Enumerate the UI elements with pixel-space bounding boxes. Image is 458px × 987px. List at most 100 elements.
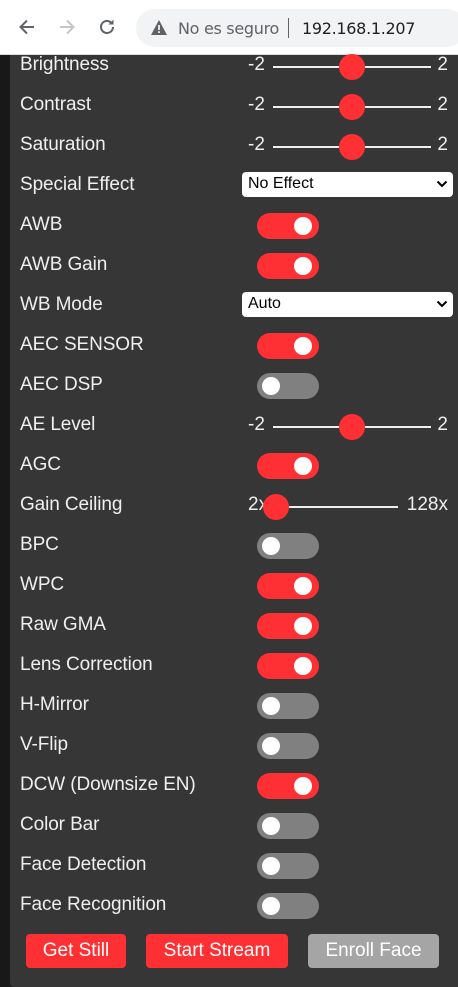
bpc-label: BPC <box>20 534 59 555</box>
face-recognition-toggle[interactable] <box>257 893 319 919</box>
back-button[interactable] <box>14 14 40 40</box>
dcw-downsize-en-toggle[interactable] <box>257 773 319 799</box>
v-flip-label: V-Flip <box>20 734 68 755</box>
h-mirror-label: H-Mirror <box>20 694 89 715</box>
row-bpc: BPC <box>20 526 448 566</box>
special-effect-select[interactable]: No Effect <box>242 172 453 197</box>
aec-sensor-label: AEC SENSOR <box>20 334 144 355</box>
row-brightness: Brightness -2 2 <box>20 46 448 86</box>
url-text[interactable]: 192.168.1.207 <box>302 19 415 38</box>
contrast-slider-thumb[interactable] <box>339 94 365 120</box>
row-aec-sensor: AEC SENSOR <box>20 326 448 366</box>
raw-gma-toggle[interactable] <box>257 613 319 639</box>
aec-sensor-toggle-knob <box>294 337 312 355</box>
color-bar-label: Color Bar <box>20 814 100 835</box>
enroll-face-button[interactable]: Enroll Face <box>308 934 439 968</box>
agc-toggle[interactable] <box>257 453 319 479</box>
face-detection-toggle-knob <box>262 857 280 875</box>
aec-sensor-toggle[interactable] <box>257 333 319 359</box>
row-wpc: WPC <box>20 566 448 606</box>
h-mirror-toggle[interactable] <box>257 693 319 719</box>
gain-ceiling-slider[interactable] <box>276 506 398 508</box>
gain-ceiling-slider-thumb[interactable] <box>263 494 289 520</box>
start-stream-button[interactable]: Start Stream <box>146 934 288 968</box>
saturation-label: Saturation <box>20 134 106 155</box>
ae-level-label: AE Level <box>20 414 96 435</box>
awb-gain-toggle[interactable] <box>257 253 319 279</box>
row-contrast: Contrast -2 2 <box>20 86 448 126</box>
saturation-slider-thumb[interactable] <box>339 134 365 160</box>
aec-dsp-toggle-knob <box>262 377 280 395</box>
special-effect-select-value: No Effect <box>248 175 314 192</box>
awb-toggle-knob <box>294 217 312 235</box>
chevron-down-icon <box>436 180 448 188</box>
bpc-toggle[interactable] <box>257 533 319 559</box>
lens-correction-label: Lens Correction <box>20 654 153 675</box>
dcw-downsize-en-toggle-knob <box>294 777 312 795</box>
address-divider <box>288 18 289 38</box>
wpc-toggle[interactable] <box>257 573 319 599</box>
wpc-toggle-knob <box>294 577 312 595</box>
lens-correction-toggle-knob <box>294 657 312 675</box>
get-still-button[interactable]: Get Still <box>26 934 126 968</box>
awb-toggle[interactable] <box>257 213 319 239</box>
gain-ceiling-max-label: 128x <box>406 494 448 515</box>
color-bar-toggle[interactable] <box>257 813 319 839</box>
aec-dsp-label: AEC DSP <box>20 374 103 395</box>
reload-button[interactable] <box>94 14 120 40</box>
row-awb: AWB <box>20 206 448 246</box>
aec-dsp-toggle[interactable] <box>257 373 319 399</box>
wb-mode-select-value: Auto <box>248 295 281 312</box>
row-raw-gma: Raw GMA <box>20 606 448 646</box>
v-flip-toggle-knob <box>262 737 280 755</box>
row-aec-dsp: AEC DSP <box>20 366 448 406</box>
ae-level-max-label: 2 <box>437 414 448 435</box>
forward-button[interactable] <box>54 14 80 40</box>
address-bar[interactable]: No es seguro 192.168.1.207 <box>136 9 458 47</box>
reload-icon <box>100 19 114 34</box>
v-flip-toggle[interactable] <box>257 733 319 759</box>
saturation-min-label: -2 <box>248 134 265 155</box>
row-gain-ceiling: Gain Ceiling 2x 128x <box>20 486 448 526</box>
row-awb-gain: AWB Gain <box>20 246 448 286</box>
wpc-label: WPC <box>20 574 65 595</box>
security-status-text: No es seguro <box>178 19 280 38</box>
row-ae-level: AE Level -2 2 <box>20 406 448 446</box>
row-special-effect: Special Effect No Effect <box>20 166 453 206</box>
wb-mode-select[interactable]: Auto <box>242 292 453 317</box>
row-lens-correction: Lens Correction <box>20 646 448 686</box>
row-wb-mode: WB Mode Auto <box>20 286 453 326</box>
brightness-slider-thumb[interactable] <box>339 54 365 80</box>
warning-icon <box>151 20 167 35</box>
h-mirror-toggle-knob <box>262 697 280 715</box>
bpc-toggle-knob <box>262 537 280 555</box>
awb-label: AWB <box>20 214 63 235</box>
row-face-recognition: Face Recognition <box>20 886 448 926</box>
color-bar-toggle-knob <box>262 817 280 835</box>
ae-level-slider-thumb[interactable] <box>339 414 365 440</box>
face-recognition-toggle-knob <box>262 897 280 915</box>
contrast-max-label: 2 <box>437 94 448 115</box>
raw-gma-toggle-knob <box>294 617 312 635</box>
row-h-mirror: H-Mirror <box>20 686 448 726</box>
agc-toggle-knob <box>294 457 312 475</box>
ae-level-min-label: -2 <box>248 414 265 435</box>
special-effect-label: Special Effect <box>20 174 135 195</box>
brightness-max-label: 2 <box>437 54 448 75</box>
face-recognition-label: Face Recognition <box>20 894 167 915</box>
brightness-min-label: -2 <box>248 54 265 75</box>
dcw-downsize-en-label: DCW (Downsize EN) <box>20 774 196 795</box>
wb-mode-label: WB Mode <box>20 294 103 315</box>
row-face-detection: Face Detection <box>20 846 448 886</box>
face-detection-toggle[interactable] <box>257 853 319 879</box>
row-agc: AGC <box>20 446 448 486</box>
back-arrow-icon <box>19 19 34 35</box>
agc-label: AGC <box>20 454 61 475</box>
contrast-min-label: -2 <box>248 94 265 115</box>
raw-gma-label: Raw GMA <box>20 614 106 635</box>
forward-arrow-icon <box>60 19 75 35</box>
awb-gain-toggle-knob <box>294 257 312 275</box>
saturation-max-label: 2 <box>437 134 448 155</box>
gain-ceiling-label: Gain Ceiling <box>20 494 123 515</box>
lens-correction-toggle[interactable] <box>257 653 319 679</box>
